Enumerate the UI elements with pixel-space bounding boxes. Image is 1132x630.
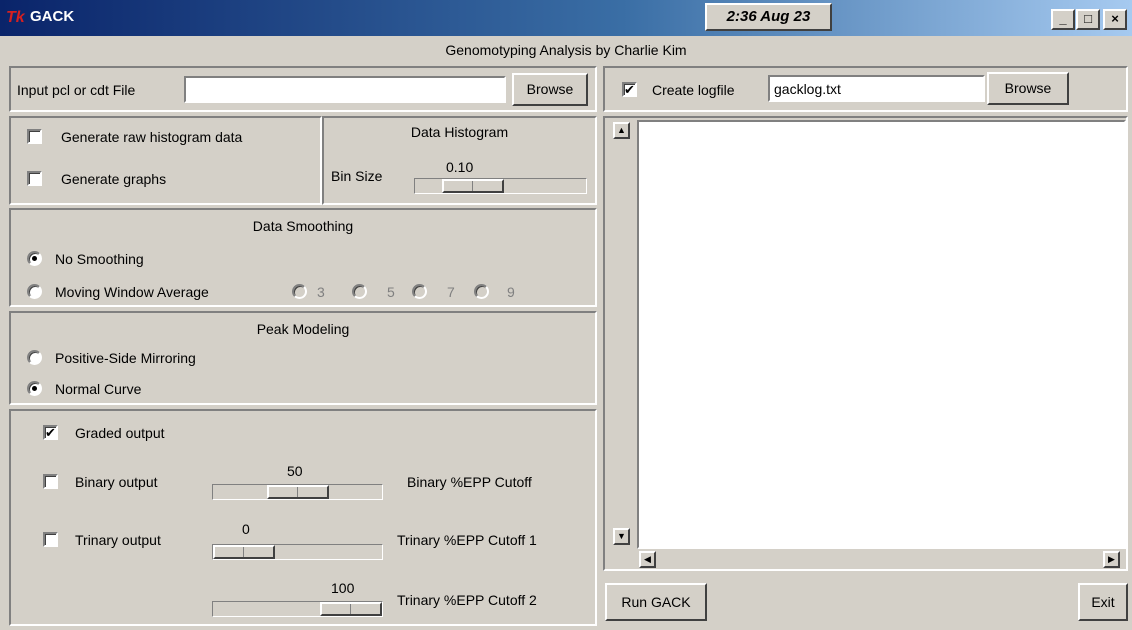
exit-button[interactable]: Exit (1078, 583, 1128, 621)
moving-window-radio[interactable] (27, 284, 42, 299)
graphs-checkbox[interactable] (27, 171, 42, 186)
trinary-cutoff1-slider[interactable] (212, 544, 383, 560)
trinary-output-checkbox[interactable] (43, 532, 58, 547)
binary-cutoff-value: 50 (287, 463, 303, 479)
normal-curve-radio[interactable] (27, 381, 42, 396)
close-icon[interactable]: × (1103, 9, 1127, 30)
window-7-radio[interactable] (412, 284, 427, 299)
positive-side-mirroring-radio[interactable] (27, 350, 42, 365)
title-bar[interactable] (0, 0, 1132, 36)
input-file-label: Input pcl or cdt File (17, 82, 136, 98)
create-logfile-checkbox[interactable]: ✔ (622, 82, 637, 97)
binary-cutoff-slider[interactable] (212, 484, 383, 500)
no-smoothing-label: No Smoothing (55, 251, 144, 267)
input-browse-button[interactable]: Browse (512, 73, 588, 106)
checkmark-icon: ✔ (45, 425, 56, 440)
raw-histogram-checkbox[interactable] (27, 129, 42, 144)
no-smoothing-radio[interactable] (27, 251, 42, 266)
trinary-output-label: Trinary output (75, 532, 161, 548)
create-logfile-label: Create logfile (652, 82, 735, 98)
vertical-scrollbar[interactable] (608, 120, 636, 569)
logfile-name-field[interactable]: gacklog.txt (768, 75, 985, 102)
window-9-radio[interactable] (474, 284, 489, 299)
trinary-cutoff1-label: Trinary %EPP Cutoff 1 (397, 532, 537, 548)
clock-display: 2:36 Aug 23 (705, 3, 832, 31)
binary-output-label: Binary output (75, 474, 158, 490)
peak-modeling-title: Peak Modeling (256, 321, 350, 337)
bin-size-label: Bin Size (331, 168, 383, 184)
binary-cutoff-label: Binary %EPP Cutoff (407, 474, 532, 490)
binary-output-checkbox[interactable] (43, 474, 58, 489)
data-smoothing-title: Data Smoothing (252, 218, 354, 234)
bin-size-slider[interactable] (414, 178, 587, 194)
normal-curve-label: Normal Curve (55, 381, 142, 397)
window-5-radio[interactable] (352, 284, 367, 299)
run-gack-button[interactable]: Run GACK (605, 583, 707, 621)
log-text-area[interactable] (637, 120, 1126, 549)
scroll-right-icon[interactable]: ▶ (1103, 551, 1120, 568)
bin-size-value: 0.10 (446, 159, 474, 175)
window-9-label: 9 (507, 284, 515, 300)
positive-side-mirroring-label: Positive-Side Mirroring (55, 350, 196, 366)
graded-output-checkbox[interactable]: ✔ (43, 425, 58, 440)
binary-cutoff-slider-thumb[interactable] (267, 485, 329, 499)
data-histogram-title: Data Histogram (410, 124, 509, 140)
trinary-cutoff2-value: 100 (331, 580, 355, 596)
checkmark-icon: ✔ (624, 82, 635, 97)
bin-size-slider-thumb[interactable] (442, 179, 504, 193)
trinary-cutoff2-slider-thumb[interactable] (320, 602, 382, 616)
tk-app-icon: Tk (6, 9, 25, 26)
input-file-field[interactable] (184, 76, 506, 103)
scroll-up-icon[interactable]: ▲ (613, 122, 630, 139)
window-heading: Genomotyping Analysis by Charlie Kim (445, 42, 687, 58)
window-3-radio[interactable] (292, 284, 307, 299)
trinary-cutoff1-slider-thumb[interactable] (213, 545, 275, 559)
window-5-label: 5 (387, 284, 395, 300)
scroll-left-icon[interactable]: ◀ (639, 551, 656, 568)
window-title: GACK (30, 8, 75, 25)
moving-window-label: Moving Window Average (55, 284, 209, 300)
logfile-browse-button[interactable]: Browse (987, 72, 1069, 105)
trinary-cutoff2-slider[interactable] (212, 601, 383, 617)
window-3-label: 3 (317, 284, 325, 300)
trinary-cutoff2-label: Trinary %EPP Cutoff 2 (397, 592, 537, 608)
trinary-cutoff1-value: 0 (242, 521, 250, 537)
graded-output-label: Graded output (75, 425, 165, 441)
minimize-icon[interactable]: _ (1051, 9, 1075, 30)
raw-histogram-label: Generate raw histogram data (61, 129, 243, 145)
graphs-label: Generate graphs (61, 171, 167, 187)
horizontal-scrollbar[interactable] (637, 549, 1126, 569)
window-7-label: 7 (447, 284, 455, 300)
scroll-down-icon[interactable]: ▼ (613, 528, 630, 545)
maximize-icon[interactable]: □ (1076, 9, 1100, 30)
